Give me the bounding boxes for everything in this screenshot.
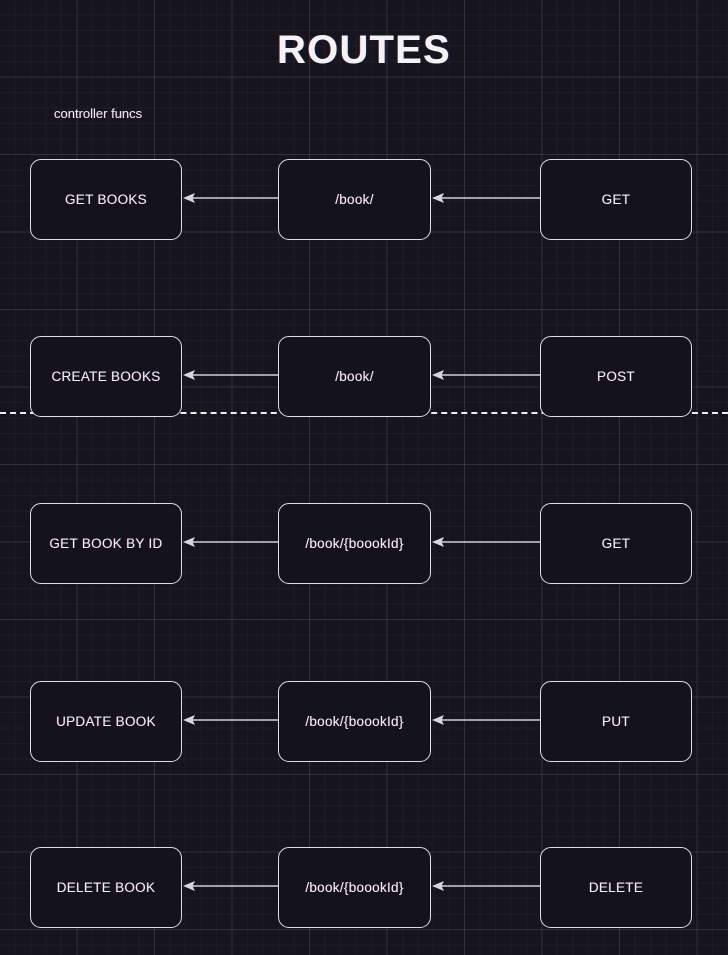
route-node-label: /book/ xyxy=(335,192,374,207)
route-node-label: /book/{boookId} xyxy=(305,536,404,551)
http-method-node-label: GET xyxy=(601,536,631,551)
arrow-method-to-route xyxy=(431,191,540,205)
controller-node-label: UPDATE BOOK xyxy=(56,714,156,729)
route-node[interactable]: /book/ xyxy=(278,159,431,240)
arrow-route-to-controller xyxy=(182,191,278,205)
controller-node-label: GET BOOK BY ID xyxy=(49,536,163,551)
http-method-node-label: GET xyxy=(601,192,631,207)
controller-node-label: CREATE BOOKS xyxy=(51,369,161,384)
controller-node[interactable]: UPDATE BOOK xyxy=(30,681,182,762)
arrow-method-to-route xyxy=(431,713,540,727)
arrow-method-to-route xyxy=(431,368,540,382)
route-node[interactable]: /book/{boookId} xyxy=(278,847,431,928)
controller-funcs-label: controller funcs xyxy=(54,106,143,121)
http-method-node[interactable]: POST xyxy=(540,336,692,417)
http-method-node-label: PUT xyxy=(602,714,630,729)
controller-node[interactable]: GET BOOKS xyxy=(30,159,182,240)
controller-node[interactable]: GET BOOK BY ID xyxy=(30,503,182,584)
http-method-node-label: DELETE xyxy=(588,880,644,895)
controller-node[interactable]: CREATE BOOKS xyxy=(30,336,182,417)
route-node[interactable]: /book/{boookId} xyxy=(278,681,431,762)
arrow-route-to-controller xyxy=(182,535,278,549)
route-node[interactable]: /book/ xyxy=(278,336,431,417)
arrow-route-to-controller xyxy=(182,713,278,727)
http-method-node[interactable]: GET xyxy=(540,159,692,240)
diagram-canvas xyxy=(0,0,728,955)
http-method-node[interactable]: PUT xyxy=(540,681,692,762)
controller-node-label: GET BOOKS xyxy=(65,192,147,207)
http-method-node[interactable]: GET xyxy=(540,503,692,584)
route-node-label: /book/ xyxy=(335,369,374,384)
http-method-node-label: POST xyxy=(597,369,635,384)
route-node[interactable]: /book/{boookId} xyxy=(278,503,431,584)
arrow-method-to-route xyxy=(431,535,540,549)
page-title: ROUTES xyxy=(277,28,451,72)
arrow-method-to-route xyxy=(431,879,540,893)
route-node-label: /book/{boookId} xyxy=(305,880,404,895)
route-node-label: /book/{boookId} xyxy=(305,714,404,729)
arrow-route-to-controller xyxy=(182,879,278,893)
controller-node-label: DELETE BOOK xyxy=(56,880,156,895)
http-method-node[interactable]: DELETE xyxy=(540,847,692,928)
arrow-route-to-controller xyxy=(182,368,278,382)
controller-node[interactable]: DELETE BOOK xyxy=(30,847,182,928)
